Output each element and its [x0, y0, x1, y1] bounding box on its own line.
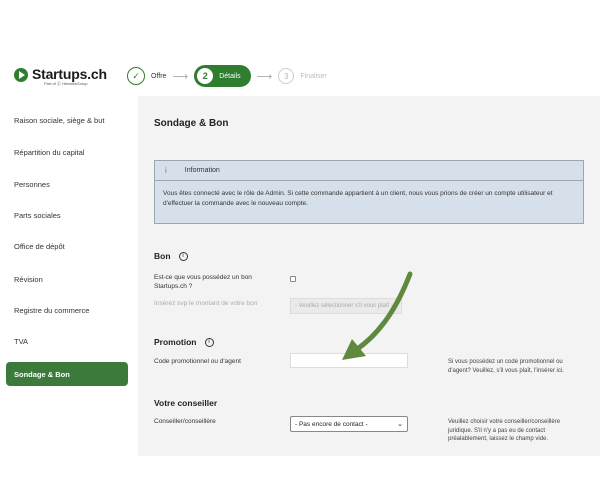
sidebar-item-raison-sociale[interactable]: Raison sociale, siège & but	[14, 116, 104, 125]
step-details[interactable]: 2 Détails	[194, 65, 251, 87]
promo-code-label: Code promotionnel ou d'agent	[154, 358, 241, 365]
step-offre[interactable]: ✓ Offre	[127, 67, 166, 85]
step-label: Offre	[151, 72, 167, 80]
sidebar-item-tva[interactable]: TVA	[14, 337, 28, 346]
page-title: Sondage & Bon	[154, 118, 229, 129]
section-title-text: Votre conseiller	[154, 398, 218, 408]
info-icon: i	[165, 166, 167, 175]
sidebar-item-sondage-bon[interactable]: Sondage & Bon	[6, 362, 128, 386]
sidebar: Raison sociale, siège & but Répartition …	[0, 96, 138, 456]
bon-amount-label: Insérez svp le montant de votre bon	[154, 300, 258, 307]
bon-question-label: Est-ce que vous possédez un bon Startups…	[154, 274, 252, 290]
info-circle-icon[interactable]: i	[204, 337, 214, 347]
sidebar-item-repartition-capital[interactable]: Répartition du capital	[14, 148, 84, 157]
chevron-down-icon: ⌄	[397, 421, 403, 428]
info-header: i Information	[155, 161, 583, 181]
sidebar-item-office-depot[interactable]: Office de dépôt	[14, 242, 65, 251]
play-logo-icon	[14, 68, 28, 82]
progress-steps: ✓ Offre ⟶ 2 Détails ⟶ 3 Finaliser	[127, 65, 327, 87]
bon-checkbox[interactable]	[290, 276, 296, 282]
step-number: 3	[278, 68, 295, 84]
sidebar-item-registre-commerce[interactable]: Registre du commerce	[14, 306, 89, 315]
section-title-bon: Bon i	[154, 251, 188, 261]
step-label: Détails	[219, 72, 241, 80]
header: Startups.ch Part of Ⓒ HelvetiaGroup ✓ Of…	[0, 58, 600, 96]
startups-logo[interactable]: Startups.ch Part of Ⓒ HelvetiaGroup	[14, 67, 107, 87]
conseiller-selected: - Pas encore de contact -	[295, 420, 368, 428]
logo-name: Startups.ch	[32, 66, 107, 82]
section-title-text: Promotion	[154, 337, 197, 347]
conseiller-label: Conseiller/conseillère	[154, 418, 216, 425]
conseiller-help-text: Veuillez choisir votre conseiller/consei…	[448, 419, 561, 442]
conseiller-select[interactable]: - Pas encore de contact - ⌄	[290, 416, 408, 432]
step-number: 2	[197, 68, 214, 84]
info-box: i Information Vous êtes connecté avec le…	[154, 160, 584, 224]
sidebar-item-personnes[interactable]: Personnes	[14, 180, 50, 189]
info-text: Vous êtes connecté avec le rôle de Admin…	[163, 190, 553, 207]
promo-code-input[interactable]	[290, 353, 408, 368]
promo-help-text: Si vous possédez un code promotionnel ou…	[448, 359, 564, 374]
info-title: Information	[184, 167, 220, 174]
check-icon: ✓	[127, 67, 145, 85]
section-title-conseiller: Votre conseiller	[154, 398, 217, 408]
main-panel: Sondage & Bon i Information Vous êtes co…	[138, 96, 600, 456]
bon-amount-select: - Veuillez sélectionner s'il vous plaît …	[290, 298, 402, 314]
section-title-text: Bon	[154, 251, 171, 261]
sidebar-item-revision[interactable]: Révision	[14, 275, 43, 284]
step-label: Finaliser	[300, 72, 327, 80]
arrow-right-icon: ⟶	[172, 70, 189, 83]
info-circle-icon[interactable]: i	[178, 251, 188, 261]
step-finaliser: 3 Finaliser	[278, 68, 327, 84]
arrow-right-icon: ⟶	[256, 70, 273, 83]
section-title-promotion: Promotion i	[154, 337, 214, 347]
sidebar-item-parts-sociales[interactable]: Parts sociales	[14, 211, 61, 220]
